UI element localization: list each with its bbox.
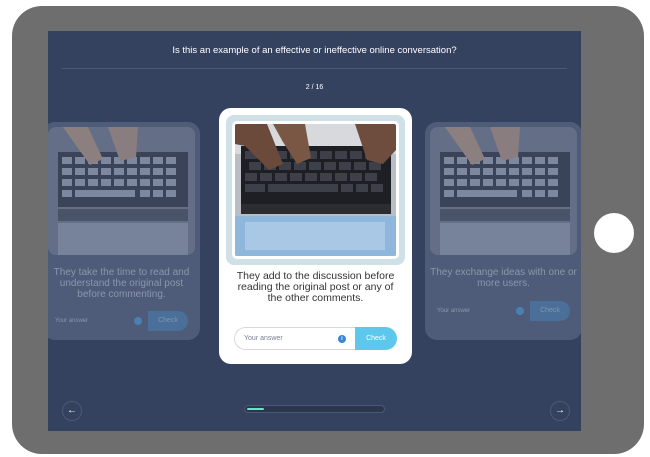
- progress-bar: [244, 405, 385, 413]
- card-previous[interactable]: They take the time to read and understan…: [48, 122, 200, 340]
- answer-placeholder: Your answer: [244, 335, 283, 342]
- answer-input[interactable]: Your answer i: [234, 327, 355, 350]
- card-statement: They add to the discussion before readin…: [236, 270, 395, 304]
- previous-button[interactable]: ←: [62, 401, 82, 421]
- info-icon[interactable]: i: [338, 335, 346, 343]
- laptop-typing-image: [232, 121, 399, 259]
- info-icon[interactable]: [134, 317, 142, 325]
- info-icon[interactable]: [516, 307, 524, 315]
- card-current: They add to the discussion before readin…: [219, 108, 412, 364]
- card-statement: They take the time to read and understan…: [53, 267, 190, 300]
- divider: [62, 68, 567, 69]
- next-button[interactable]: →: [550, 401, 570, 421]
- progress-fill: [247, 408, 264, 410]
- card-counter: 2 / 16: [305, 84, 324, 91]
- arrow-right-icon: →: [555, 405, 565, 416]
- answer-placeholder: Your answer: [55, 318, 89, 324]
- laptop-typing-image: [48, 127, 195, 255]
- image-frame: [226, 115, 405, 265]
- question-title: Is this an example of an effective or in…: [172, 45, 457, 56]
- app-screen: Is this an example of an effective or in…: [48, 31, 581, 431]
- home-button[interactable]: [594, 213, 634, 253]
- check-button[interactable]: Check: [148, 311, 188, 331]
- arrow-left-icon: ←: [67, 405, 77, 416]
- card-statement: They exchange ideas with one or more use…: [430, 267, 577, 289]
- answer-input[interactable]: Your answer: [430, 301, 530, 321]
- answer-placeholder: Your answer: [437, 308, 471, 314]
- laptop-typing-image: [430, 127, 577, 255]
- answer-input[interactable]: Your answer: [48, 311, 148, 331]
- check-button[interactable]: Check: [355, 327, 397, 350]
- check-button[interactable]: Check: [530, 301, 570, 321]
- card-next[interactable]: They exchange ideas with one or more use…: [425, 122, 581, 340]
